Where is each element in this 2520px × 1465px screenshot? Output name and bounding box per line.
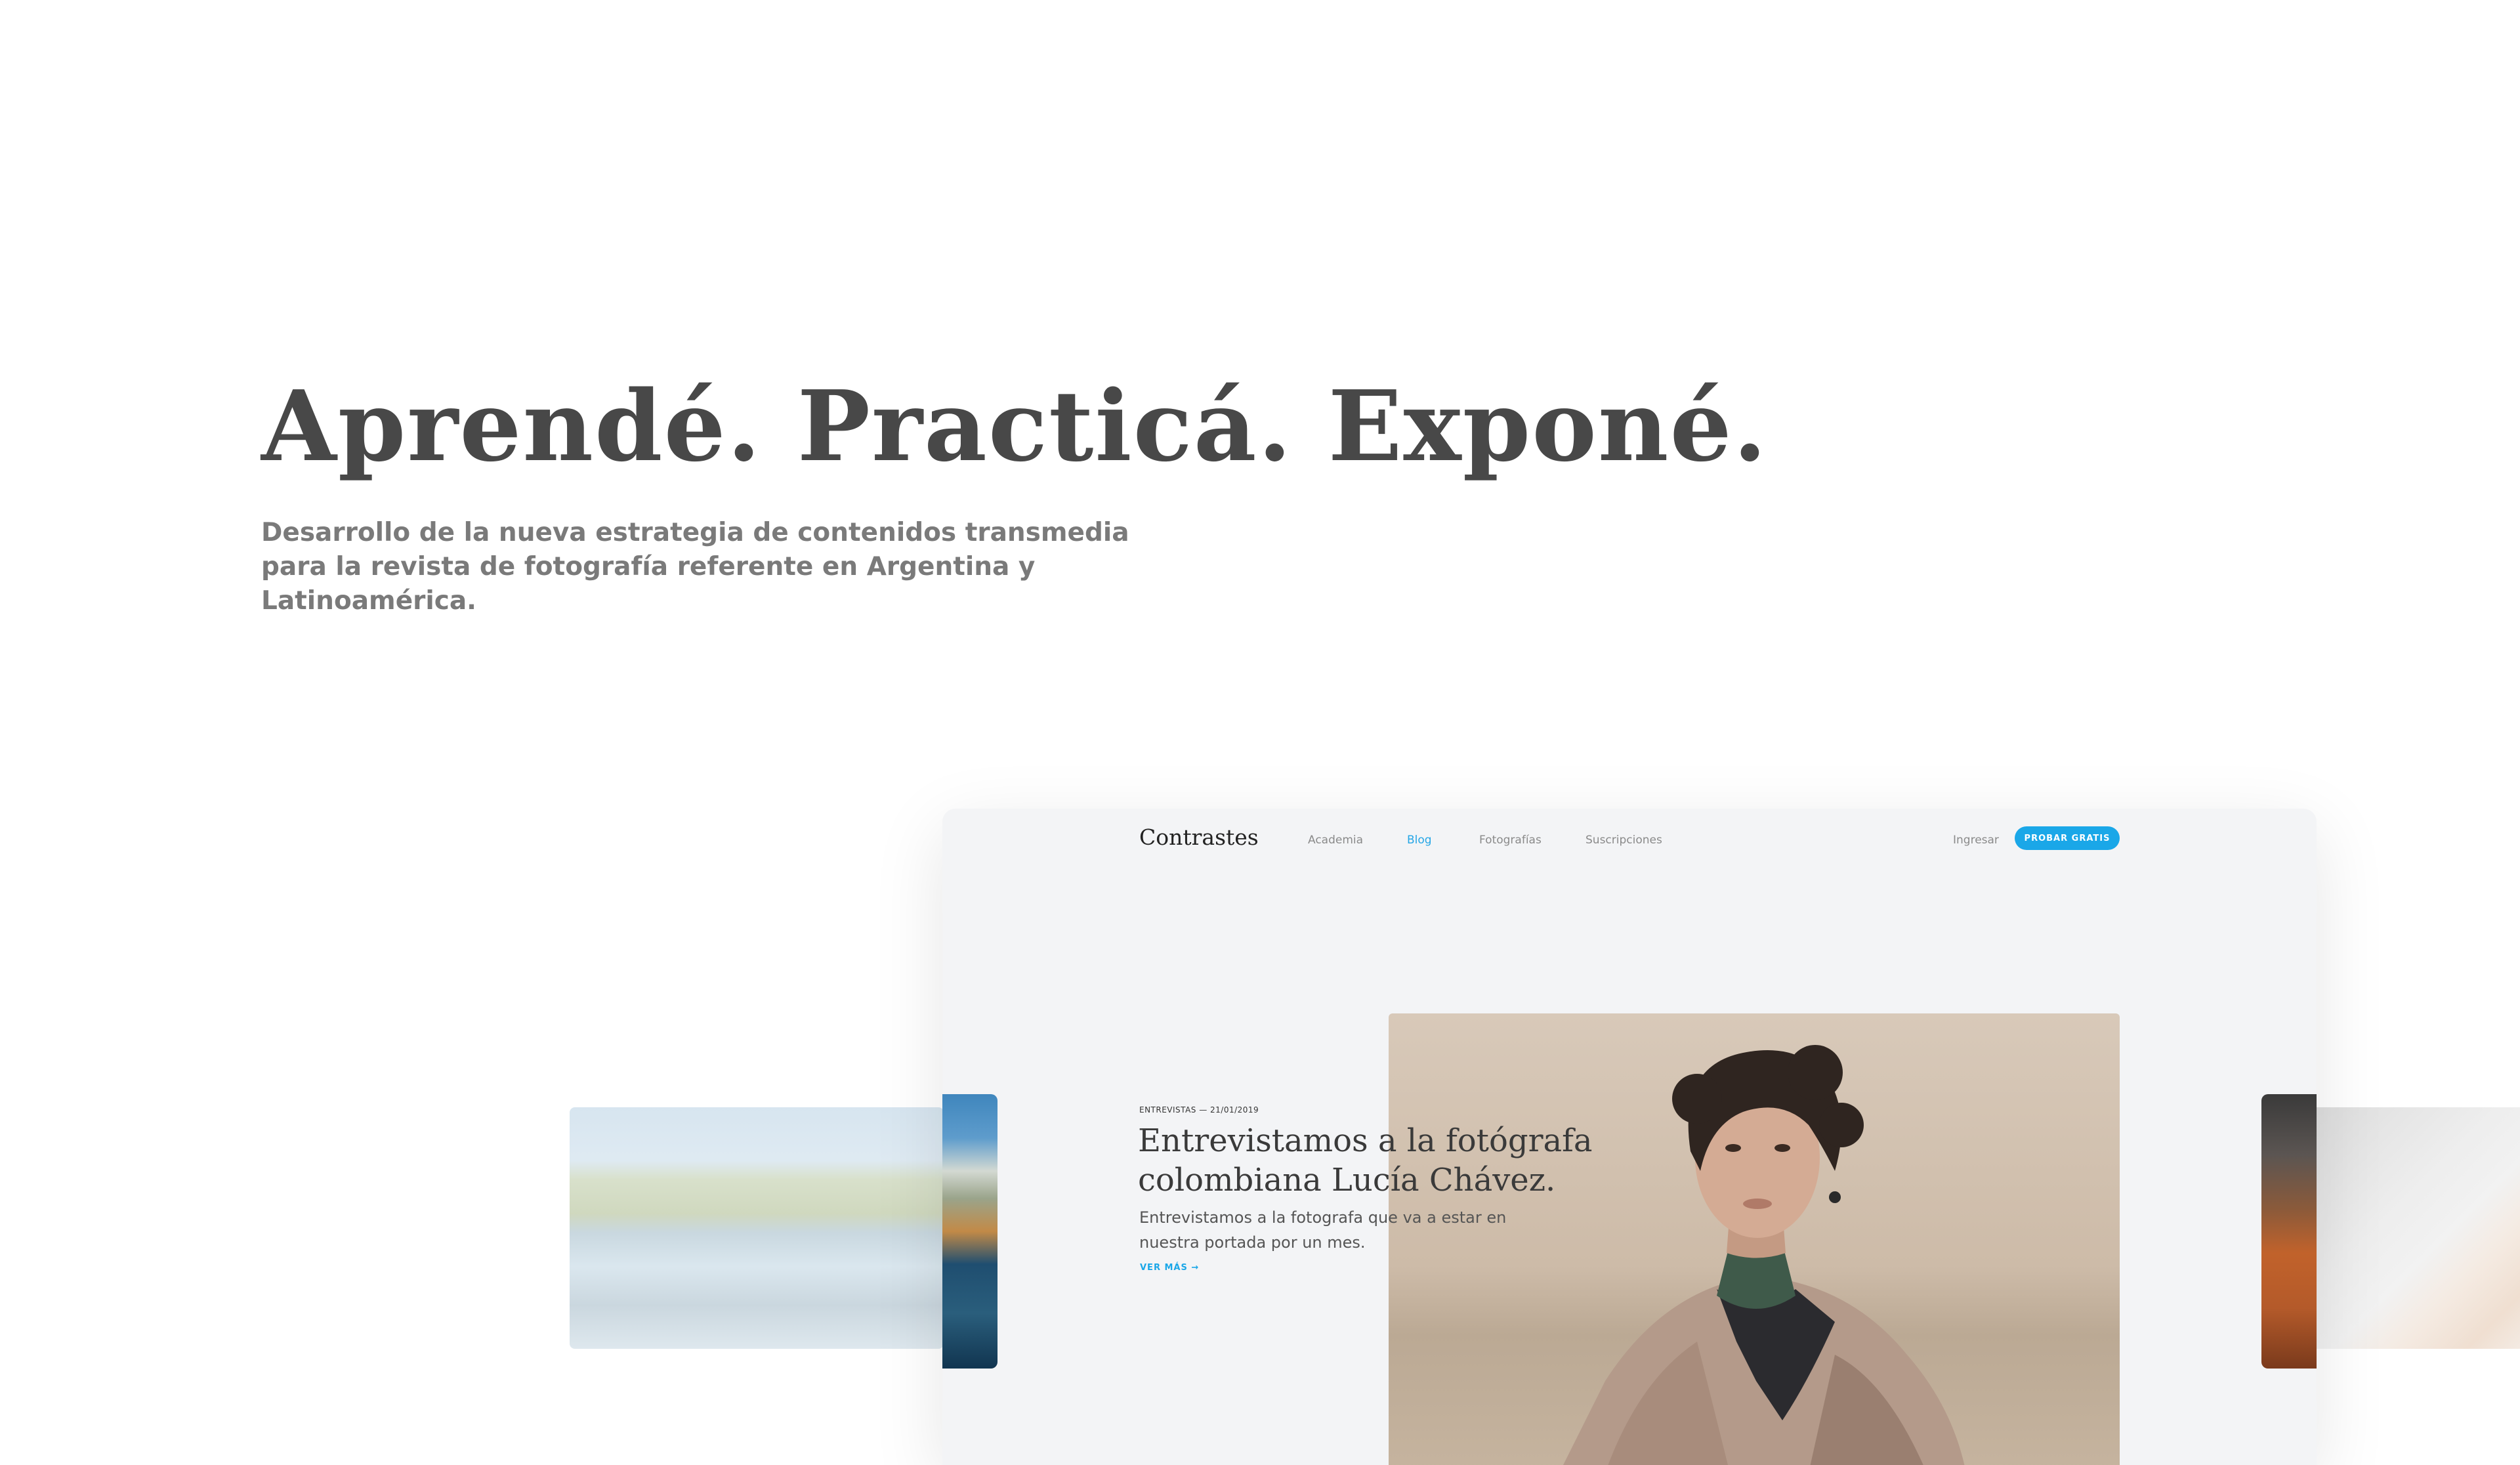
nav-item-fotografias[interactable]: Fotografías [1479, 834, 1542, 847]
nav-item-academia[interactable]: Academia [1308, 834, 1363, 847]
post-title[interactable]: Entrevistamos a la fotógrafa colombiana … [1138, 1121, 1610, 1200]
website-mockup: Contrastes Academia Blog Fotografías Sus… [942, 809, 2317, 1465]
side-photo-lake [942, 1094, 998, 1369]
post-meta: ENTREVISTAS — 21/01/2019 [1139, 1105, 1259, 1115]
side-photo-desert [2261, 1094, 2317, 1369]
free-trial-button[interactable]: PROBAR GRATIS [2015, 826, 2120, 850]
hero-subtitle: Desarrollo de la nueva estrategia de con… [261, 518, 1129, 616]
read-more-link[interactable]: VER MÁS → [1140, 1263, 1199, 1273]
nav-item-suscripciones[interactable]: Suscripciones [1586, 834, 1662, 847]
side-photo-desert-faded [2317, 1107, 2520, 1349]
hero-title: Aprendé. Practicá. Exponé. [261, 369, 1769, 483]
post-excerpt: Entrevistamos a la fotografa que va a es… [1139, 1208, 1507, 1252]
login-link[interactable]: Ingresar [1953, 834, 1999, 847]
side-photo-lake-faded [570, 1107, 944, 1349]
nav-item-blog[interactable]: Blog [1407, 834, 1432, 847]
site-logo[interactable]: Contrastes [1139, 824, 1259, 850]
